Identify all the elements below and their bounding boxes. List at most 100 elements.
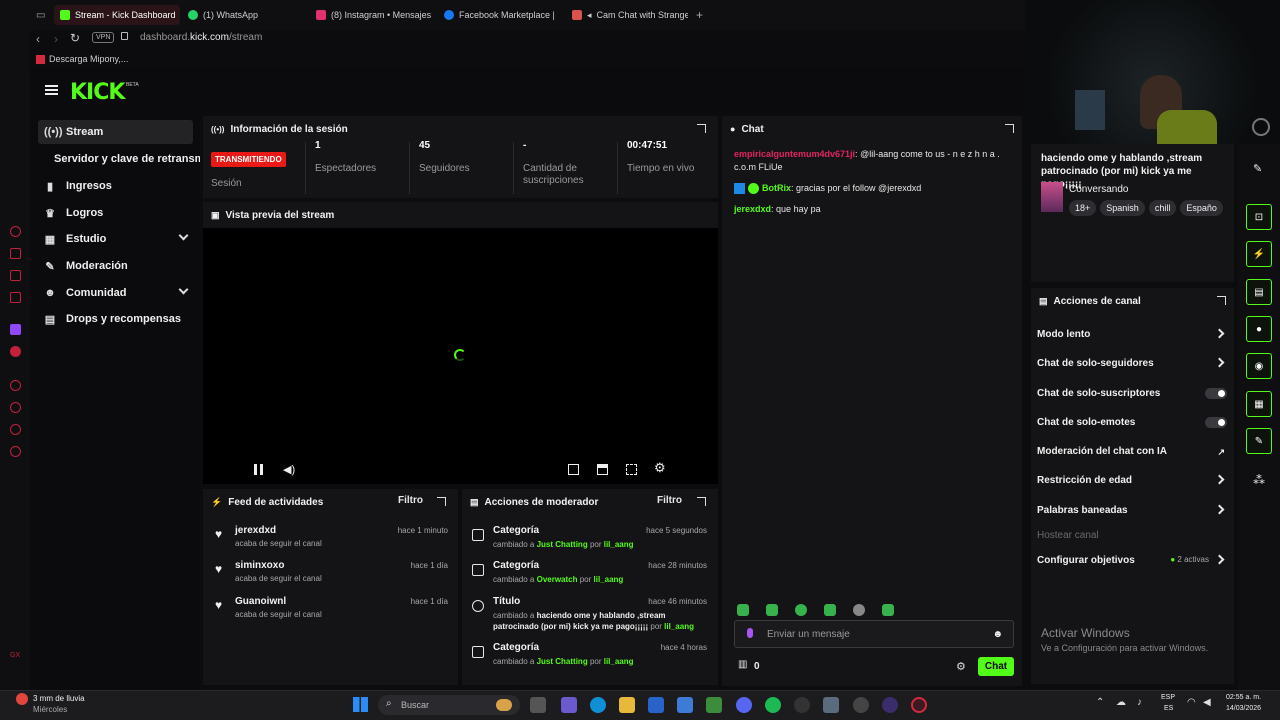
clock-icon[interactable] — [10, 402, 21, 413]
clip-icon[interactable]: ⊡ — [1246, 204, 1272, 230]
mail-icon[interactable] — [10, 292, 21, 303]
layout-icon[interactable]: ▦ — [1246, 391, 1272, 417]
theater-mode-icon[interactable] — [597, 464, 608, 475]
spotify-icon[interactable] — [765, 697, 781, 713]
start-icon[interactable] — [353, 697, 368, 712]
emote-icon[interactable] — [766, 604, 778, 616]
popout-icon[interactable] — [697, 124, 706, 133]
language-top[interactable]: ESP — [1161, 694, 1175, 701]
menu-icon[interactable] — [45, 85, 58, 95]
edge-icon[interactable] — [590, 697, 606, 713]
music-icon[interactable] — [10, 346, 21, 357]
chat-message-icon[interactable]: ● — [1246, 316, 1272, 342]
emotes-only-toggle[interactable] — [1205, 417, 1227, 428]
emote-icon[interactable] — [882, 604, 894, 616]
emote-icon[interactable] — [824, 604, 836, 616]
popout-icon[interactable] — [1005, 124, 1014, 133]
mod-filter-button[interactable]: Filtro — [657, 495, 682, 506]
age-restriction-row[interactable]: Restricción de edad — [1037, 470, 1227, 490]
fullscreen-icon[interactable] — [626, 464, 637, 475]
bookmark-item[interactable]: Descarga Mipony,... — [36, 54, 128, 64]
tag[interactable]: Spanish — [1100, 200, 1145, 216]
tab-camchat[interactable]: ◂ Cam Chat with Strange — [572, 5, 688, 25]
shopping-icon[interactable] — [10, 248, 21, 259]
nav-item-moderation[interactable]: ✎ Moderación — [38, 254, 193, 278]
tab-whatsapp[interactable]: (1) WhatsApp — [188, 5, 306, 25]
file-explorer-icon[interactable] — [619, 697, 635, 713]
popout-icon[interactable] — [1217, 296, 1226, 305]
nav-item-drops[interactable]: ▤ Drops y recompensas — [38, 307, 193, 331]
poll-icon[interactable]: ▤ — [1246, 279, 1272, 305]
settings-app-icon[interactable] — [823, 697, 839, 713]
wifi-tray-icon[interactable]: ◠ — [1187, 697, 1196, 708]
tag[interactable]: 18+ — [1069, 200, 1097, 216]
network-tray-icon[interactable]: ☁ — [1116, 697, 1126, 708]
raid-icon[interactable]: ⚡ — [1246, 241, 1272, 267]
banned-words-row[interactable]: Palabras baneadas — [1037, 500, 1227, 520]
opera-gx-icon[interactable] — [911, 697, 927, 713]
emote-picker-icon[interactable]: ☻ — [992, 629, 1003, 640]
mail-app-icon[interactable] — [677, 697, 693, 713]
more-actions-icon[interactable]: ⁂ — [1253, 473, 1265, 487]
taskbar-search[interactable]: ⌕ Buscar — [378, 695, 520, 715]
nav-item-community[interactable]: ☻ Comunidad — [38, 281, 193, 305]
mini-player-icon[interactable] — [568, 464, 579, 475]
nav-item-server-key[interactable]: Servidor y clave de retransmisión — [48, 147, 200, 171]
popout-icon[interactable] — [437, 497, 446, 506]
messenger-icon[interactable] — [10, 270, 21, 281]
send-chat-button[interactable]: Chat — [978, 657, 1014, 676]
workspaces-icon[interactable]: ▭ — [36, 5, 45, 25]
weather-alert-icon[interactable] — [16, 693, 28, 705]
tab-instagram[interactable]: (8) Instagram • Mensajes — [316, 5, 436, 25]
url-field[interactable]: dashboard.kick.com/stream — [140, 32, 262, 43]
copilot-icon[interactable] — [561, 697, 577, 713]
activity-filter-button[interactable]: Filtro — [398, 495, 423, 506]
mic-tray-icon[interactable]: ♪ — [1137, 697, 1142, 708]
github-icon[interactable] — [794, 697, 810, 713]
reload-icon[interactable]: ↻ — [70, 31, 80, 45]
discord-icon[interactable] — [736, 697, 752, 713]
tab-facebook[interactable]: Facebook Marketplace | F — [444, 5, 558, 25]
tag[interactable]: Españo — [1180, 200, 1223, 216]
kick-logo[interactable]: KICK — [70, 80, 125, 105]
tools-icon[interactable]: ✎ — [1246, 428, 1272, 454]
stream-preview-player[interactable]: ◀) ⚙ — [203, 228, 718, 484]
tab-kick[interactable]: Stream - Kick Dashboard — [54, 5, 180, 25]
tray-chevron-icon[interactable]: ⌃ — [1096, 697, 1104, 708]
chat-settings-icon[interactable]: ⚙ — [956, 660, 966, 673]
volume-icon[interactable]: ◀) — [283, 463, 295, 476]
store-icon[interactable] — [648, 697, 664, 713]
points-icon[interactable]: ▥ — [738, 659, 747, 670]
slow-mode-row[interactable]: Modo lento — [1037, 324, 1227, 344]
clock-time[interactable]: 02:55 a. m. — [1226, 694, 1261, 701]
aria-icon[interactable] — [10, 226, 21, 237]
ai-moderation-row[interactable]: Moderación del chat con IA ↗ — [1037, 441, 1227, 461]
new-tab-button[interactable]: + — [696, 5, 703, 25]
subscribers-only-toggle[interactable] — [1205, 388, 1227, 399]
weather-text[interactable]: 3 mm de lluvia — [33, 694, 85, 703]
emote-icon[interactable] — [737, 604, 749, 616]
refresh-icon[interactable] — [10, 424, 21, 435]
followers-only-row[interactable]: Chat de solo-seguidores — [1037, 353, 1227, 373]
vpn-badge[interactable]: VPN — [92, 32, 115, 43]
forward-icon[interactable]: › — [54, 32, 58, 46]
broadcast-icon[interactable]: ◉ — [1246, 353, 1272, 379]
pause-icon[interactable] — [254, 464, 263, 475]
popout-icon[interactable] — [697, 497, 706, 506]
goals-row[interactable]: Configurar objetivos ● 2 activas — [1037, 550, 1227, 570]
obs-icon[interactable] — [882, 697, 898, 713]
back-icon[interactable]: ‹ — [36, 32, 40, 46]
settings-gear-icon[interactable]: ⚙ — [654, 460, 666, 476]
category-thumbnail[interactable] — [1041, 182, 1063, 212]
edit-icon[interactable]: ✎ — [1253, 162, 1262, 175]
history-icon[interactable] — [10, 380, 21, 391]
nav-item-stream[interactable]: ((•)) Stream — [38, 120, 193, 144]
stream-category[interactable]: Conversando — [1069, 184, 1128, 195]
twitch-icon[interactable] — [10, 324, 21, 335]
nav-item-revenue[interactable]: ▮ Ingresos — [38, 174, 193, 198]
chat-input[interactable]: Enviar un mensaje ☻ — [734, 620, 1014, 648]
emote-icon[interactable] — [795, 604, 807, 616]
tag[interactable]: chill — [1148, 200, 1177, 216]
volume-tray-icon[interactable]: ◀ — [1203, 697, 1211, 708]
nav-item-studio[interactable]: ▦ Estudio — [38, 227, 193, 251]
